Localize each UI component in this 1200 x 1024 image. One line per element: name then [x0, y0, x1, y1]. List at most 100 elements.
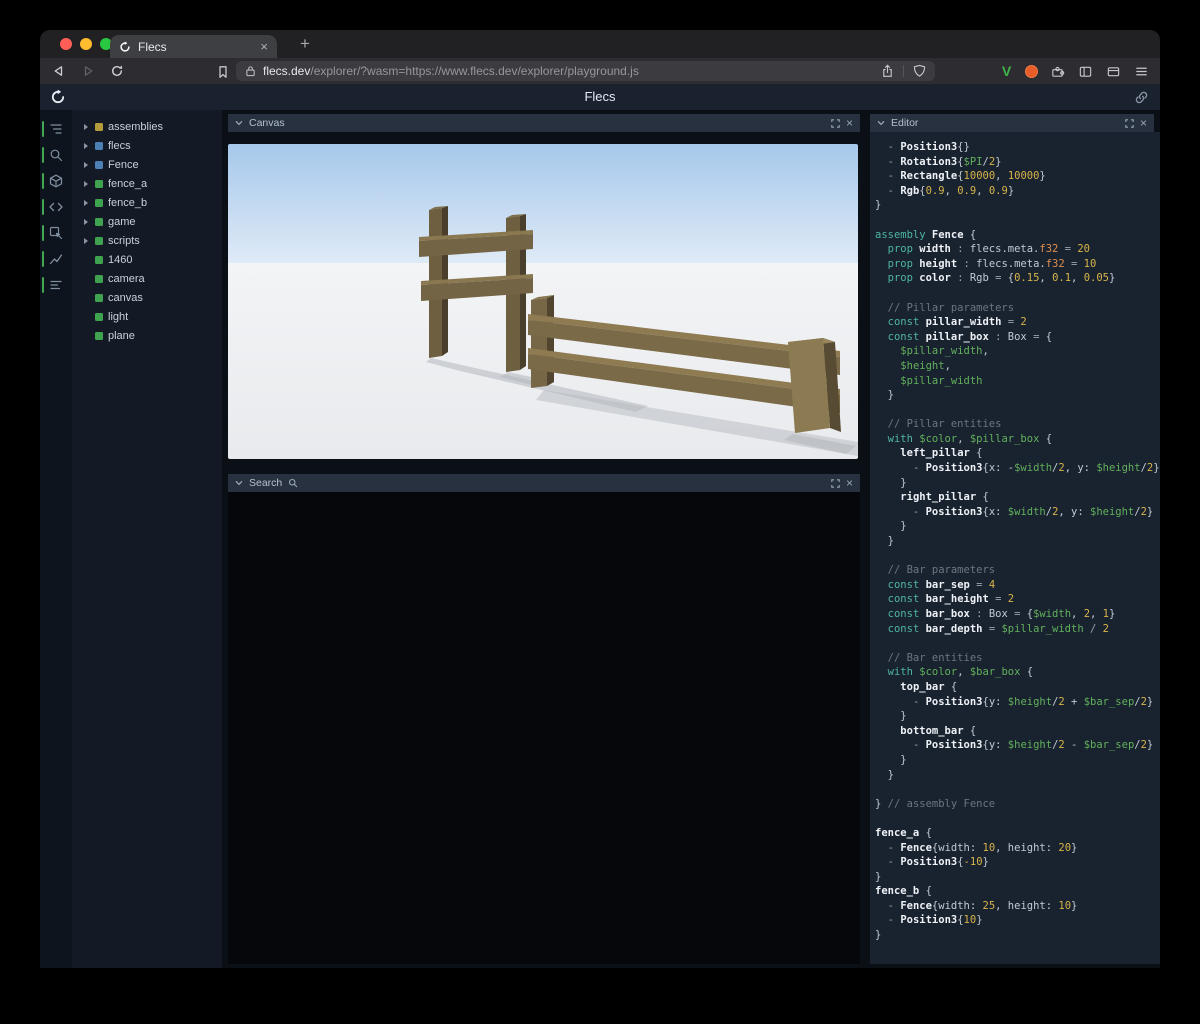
tab-strip: Flecs × +: [40, 30, 1160, 58]
code-line: fence_a {: [875, 826, 932, 839]
browser-tab-flecs[interactable]: Flecs ×: [110, 35, 277, 58]
expand-panel-icon[interactable]: [831, 478, 840, 488]
extensions-puzzle-icon[interactable]: [1049, 63, 1066, 80]
entity-kind-swatch: [95, 141, 103, 150]
tree-item-assemblies[interactable]: assemblies: [72, 117, 222, 136]
share-icon[interactable]: [881, 64, 894, 78]
tree-item-plane[interactable]: plane: [72, 326, 222, 345]
reload-button[interactable]: [108, 63, 125, 80]
code-line: }: [875, 520, 907, 533]
code-line: top_bar {: [900, 680, 958, 693]
sidebar-toggle-icon[interactable]: [1077, 63, 1094, 80]
close-panel-icon[interactable]: ×: [1140, 117, 1147, 129]
sidebar-chart-button[interactable]: [40, 246, 72, 272]
entity-kind-swatch: [95, 160, 103, 169]
code-line: bottom_bar {: [900, 724, 977, 737]
address-bar[interactable]: flecs.dev/explorer/?wasm=https://www.fle…: [236, 61, 935, 81]
sidebar-code-button[interactable]: [40, 194, 72, 220]
tree-item-game[interactable]: game: [72, 212, 222, 231]
code-area[interactable]: - Position3{} - Rotation3{$PI/2} - Recta…: [875, 140, 1160, 943]
expand-chevron-icon[interactable]: [83, 142, 88, 149]
code-line: }: [875, 753, 907, 766]
entity-tree-list: assemblies flecs Fence fence_a fence_b game sc…: [72, 117, 222, 345]
tree-chevron-slot: [81, 180, 90, 187]
back-button[interactable]: [50, 63, 67, 80]
wallet-icon[interactable]: [1105, 63, 1122, 80]
forward-button[interactable]: [79, 63, 96, 80]
code-line: prop color : Rgb = {0.15, 0.1, 0.05}: [887, 272, 1116, 285]
code-line: } // assembly Fence: [875, 797, 996, 810]
tree-item-light[interactable]: light: [72, 307, 222, 326]
entity-kind-swatch: [95, 179, 103, 188]
code-line: $height,: [900, 359, 951, 372]
tree-item-camera[interactable]: camera: [72, 269, 222, 288]
expand-chevron-icon[interactable]: [83, 237, 88, 244]
code-line: - Fence{width: 10, height: 20}: [887, 841, 1078, 854]
code-line: const bar_height = 2: [887, 593, 1015, 606]
close-panel-icon[interactable]: ×: [846, 477, 853, 489]
tree-chevron-slot: [81, 123, 90, 130]
url-domain: flecs.dev: [263, 64, 311, 78]
tree-chevron-slot: [81, 237, 90, 244]
close-window-button[interactable]: [60, 38, 72, 50]
code-line: // Bar entities: [875, 651, 983, 664]
canvas-3d-viewport[interactable]: [228, 144, 858, 459]
url-text: flecs.dev/explorer/?wasm=https://www.fle…: [263, 64, 639, 78]
entity-label: Fence: [108, 158, 139, 171]
entity-label: plane: [108, 329, 135, 342]
code-line: - Rotation3{$PI/2}: [887, 155, 1002, 168]
chevron-down-icon[interactable]: [235, 480, 243, 486]
code-line: - Position3{y: $height/2 - $bar_sep/2}: [912, 739, 1154, 752]
script-editor[interactable]: - Position3{} - Rotation3{$PI/2} - Recta…: [870, 132, 1160, 964]
canvas-panel-title: Canvas: [249, 117, 285, 129]
extension-v-icon[interactable]: V: [999, 63, 1014, 79]
bookmark-sidebar-icon[interactable]: [214, 63, 231, 80]
code-line: const bar_sep = 4: [887, 578, 996, 591]
expand-chevron-icon[interactable]: [83, 161, 88, 168]
expand-chevron-icon[interactable]: [83, 123, 88, 130]
tree-item-1460[interactable]: 1460: [72, 250, 222, 269]
tree-item-fence_b[interactable]: fence_b: [72, 193, 222, 212]
search-panel-body[interactable]: [228, 492, 860, 964]
code-line: - Position3{y: $height/2 + $bar_sep/2}: [912, 695, 1154, 708]
code-line: - Position3{}: [887, 141, 970, 153]
sidebar-entities-cube-button[interactable]: [40, 168, 72, 194]
expand-chevron-icon[interactable]: [83, 180, 88, 187]
tab-close-icon[interactable]: ×: [260, 40, 268, 53]
code-line: $pillar_width: [900, 374, 983, 387]
tree-item-fence_a[interactable]: fence_a: [72, 174, 222, 193]
entity-kind-swatch: [95, 331, 103, 340]
code-line: }: [875, 710, 907, 723]
tree-item-flecs[interactable]: flecs: [72, 136, 222, 155]
entity-kind-swatch: [95, 293, 103, 302]
sidebar-statistics-button[interactable]: [40, 272, 72, 298]
menu-hamburger-icon[interactable]: [1133, 63, 1150, 80]
entity-label: 1460: [108, 253, 133, 266]
close-panel-icon[interactable]: ×: [846, 117, 853, 129]
share-link-icon[interactable]: [1134, 90, 1149, 105]
chevron-down-icon[interactable]: [235, 120, 243, 126]
extension-orange-icon[interactable]: [1025, 64, 1038, 78]
chevron-down-icon[interactable]: [877, 120, 885, 126]
tree-item-Fence[interactable]: Fence: [72, 155, 222, 174]
expand-panel-icon[interactable]: [1125, 118, 1134, 128]
sidebar-inspect-button[interactable]: [40, 220, 72, 246]
tab-title: Flecs: [138, 39, 167, 54]
expand-chevron-icon[interactable]: [83, 199, 88, 206]
expand-panel-icon[interactable]: [831, 118, 840, 128]
minimize-window-button[interactable]: [80, 38, 92, 50]
expand-chevron-icon[interactable]: [83, 218, 88, 225]
sidebar-entity-tree-button[interactable]: [40, 116, 72, 142]
new-tab-button[interactable]: +: [294, 33, 316, 55]
search-panel-header[interactable]: Search ×: [228, 474, 860, 492]
editor-panel-header[interactable]: Editor ×: [870, 114, 1154, 132]
tree-item-scripts[interactable]: scripts: [72, 231, 222, 250]
brave-shield-icon[interactable]: [913, 64, 926, 78]
tree-item-canvas[interactable]: canvas: [72, 288, 222, 307]
canvas-panel-header[interactable]: Canvas ×: [228, 114, 860, 132]
sidebar-search-button[interactable]: [40, 142, 72, 168]
